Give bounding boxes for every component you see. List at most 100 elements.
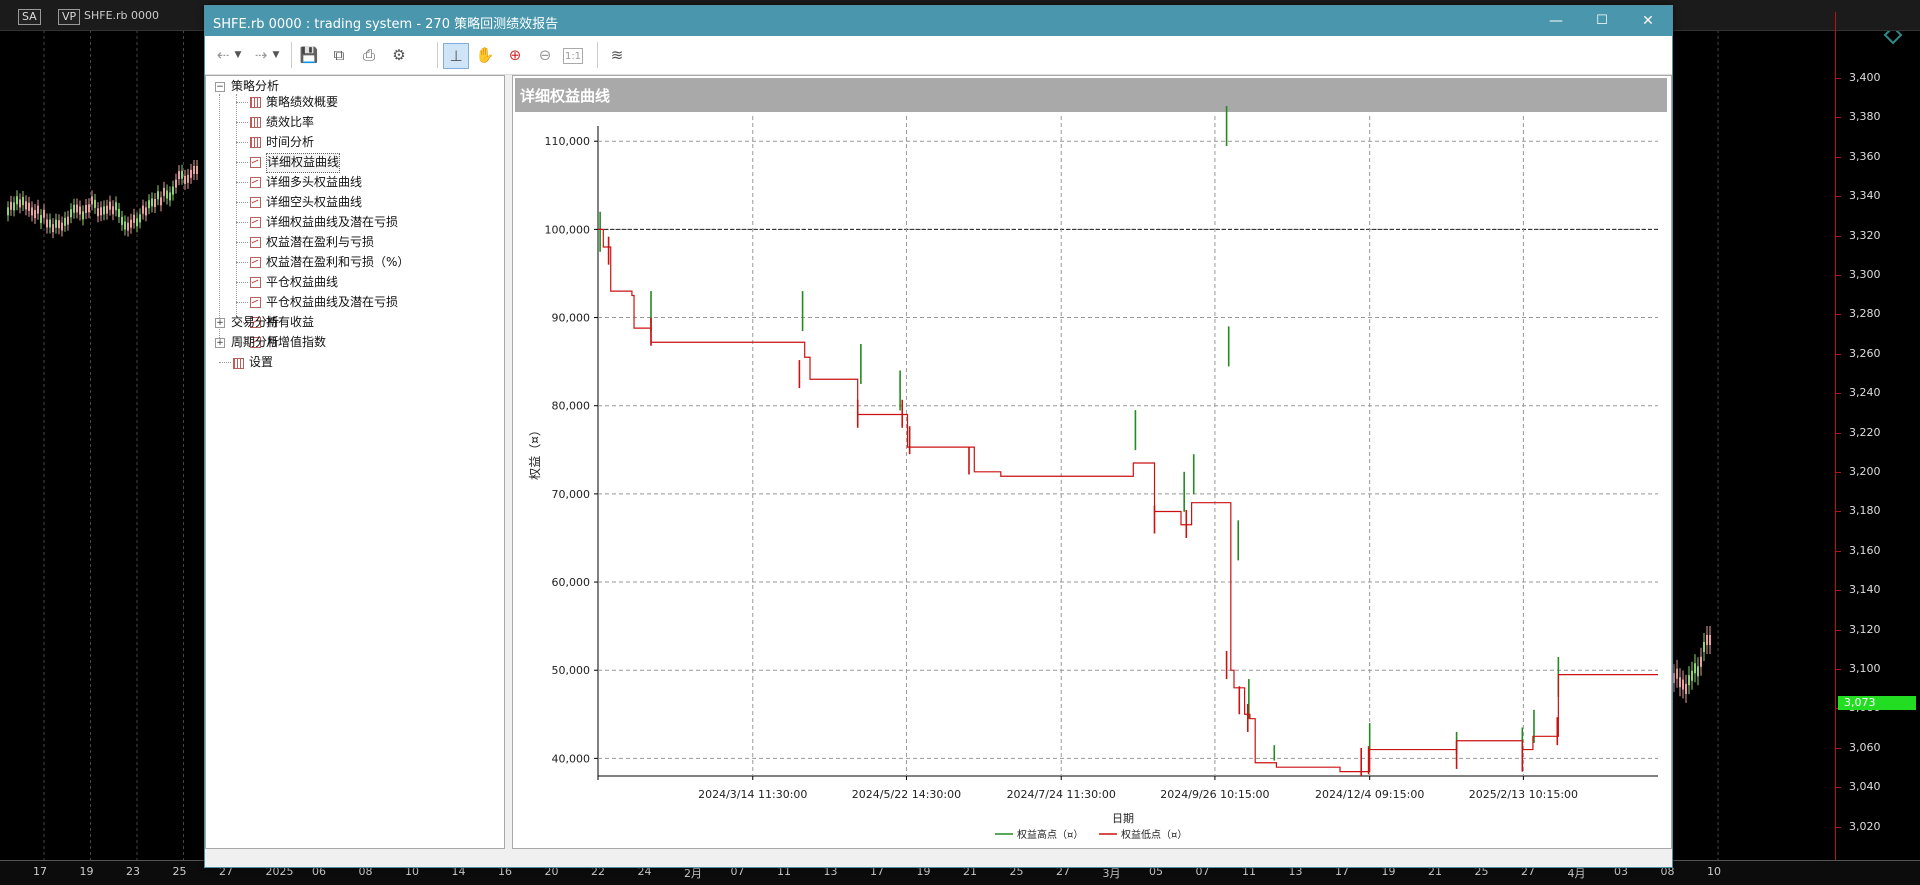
tree-node-8[interactable]: 权益潜在盈利与亏损 <box>266 233 374 251</box>
candle-body <box>67 216 69 225</box>
expand-toggle[interactable]: + <box>215 318 225 328</box>
price-label: 3,240 <box>1849 386 1881 400</box>
dropdown-icon[interactable]: ▼ <box>269 43 283 67</box>
tree-node-9[interactable]: 权益潜在盈利和亏损（%） <box>266 253 409 271</box>
tree-node-5[interactable]: 详细多头权益曲线 <box>266 173 362 191</box>
reset-zoom-icon[interactable]: 1:1 <box>563 48 583 64</box>
price-tick <box>1836 235 1841 237</box>
candle-body <box>127 222 129 231</box>
vp-chip[interactable]: VP <box>58 9 81 25</box>
price-axis: 3,400 3,380 3,360 3,340 3,320 3,300 3,280 3,260… <box>1835 12 1920 872</box>
candle-body <box>145 207 147 216</box>
zoom-out-icon[interactable]: ⊖ <box>533 43 557 67</box>
price-tick <box>1836 550 1841 552</box>
candle-body <box>160 197 162 206</box>
tree-node-10[interactable]: 平仓权益曲线 <box>266 273 338 291</box>
candle-body <box>31 207 33 216</box>
candle-body <box>88 204 90 213</box>
time-label: 17 <box>33 865 47 878</box>
tree-guide <box>236 122 248 123</box>
y-tick-label: 80,000 <box>552 400 591 413</box>
y-axis-label: 权益（¤） <box>528 424 542 480</box>
line-chart-icon <box>250 217 261 228</box>
toolbar-separator <box>437 42 438 68</box>
sa-chip[interactable]: SA <box>18 9 41 25</box>
price-tick <box>1836 511 1841 513</box>
line-chart-icon <box>250 297 261 308</box>
tree-node-1[interactable]: 策略绩效概要 <box>266 93 338 111</box>
candle-body <box>79 206 81 215</box>
tree-node-4[interactable]: 详细权益曲线 <box>266 153 341 173</box>
price-label: 3,320 <box>1849 228 1881 242</box>
price-tick <box>1836 78 1841 79</box>
candle-body <box>1676 668 1678 679</box>
tree-node-11[interactable]: 平仓权益曲线及潜在亏损 <box>266 293 398 311</box>
save-icon[interactable]: 💾 <box>297 43 321 67</box>
candle-body <box>22 197 24 206</box>
settings-grid-icon <box>233 358 244 369</box>
dropdown-icon[interactable]: ▼ <box>231 43 245 67</box>
candle-body <box>97 208 99 217</box>
price-label: 3,160 <box>1849 543 1881 557</box>
candle-body <box>7 207 9 216</box>
tree-node-3[interactable]: 时间分析 <box>266 133 314 151</box>
settings-icon[interactable]: ⚙ <box>387 43 411 67</box>
y-tick-label: 70,000 <box>552 488 591 501</box>
y-tick-label: 40,000 <box>552 752 591 765</box>
candle-body <box>76 204 78 213</box>
y-tick-label: 110,000 <box>545 135 591 148</box>
candle-body <box>94 199 96 208</box>
candle-body <box>118 208 120 217</box>
tree-node-period-analysis[interactable]: 周期分析 <box>231 333 279 351</box>
price-label: 3,280 <box>1849 307 1881 321</box>
price-tick <box>1836 629 1841 631</box>
price-tick <box>1836 314 1841 316</box>
hand-icon[interactable]: ✋ <box>473 43 497 67</box>
candle-body <box>115 202 117 211</box>
expand-toggle[interactable]: + <box>215 338 225 348</box>
window-titlebar: SHFE.rb 0000 : trading system - 270 策略回测… <box>205 6 1672 36</box>
tree-guide <box>236 282 248 283</box>
chart-style-icon[interactable]: ≋ <box>605 43 629 67</box>
price-label: 3,040 <box>1849 780 1881 794</box>
collapse-toggle[interactable]: − <box>215 82 225 92</box>
candle-body <box>181 170 183 179</box>
candle-body <box>151 198 153 207</box>
tree-node-6[interactable]: 详细空头权益曲线 <box>266 193 362 211</box>
minimize-button[interactable]: — <box>1533 6 1579 36</box>
price-label: 3,200 <box>1849 465 1881 478</box>
tree-node-7[interactable]: 详细权益曲线及潜在亏损 <box>266 213 398 231</box>
candle-body <box>1694 663 1696 674</box>
candle-body <box>1706 635 1708 645</box>
candle-body <box>1673 673 1675 684</box>
zoom-in-icon[interactable]: ⊕ <box>503 43 527 67</box>
tree-node-2[interactable]: 绩效比率 <box>266 113 314 131</box>
candle-body <box>130 219 132 228</box>
crosshair-icon[interactable]: ⊥ <box>443 43 469 69</box>
legend-label: 权益高点（¤） <box>1017 828 1083 841</box>
tree-guide <box>236 302 248 303</box>
candle-body <box>55 219 57 228</box>
equity-chart[interactable]: 40,000 50,000 60,000 70,000 80,000 90,000 100,… <box>513 76 1671 848</box>
tree-node-trade-analysis[interactable]: 交易分析 <box>231 313 279 331</box>
price-label: 3,340 <box>1849 189 1881 203</box>
candle-body <box>1703 641 1705 652</box>
tree-guide <box>236 182 248 183</box>
candle-body <box>1691 670 1693 681</box>
tree-node-settings[interactable]: 设置 <box>249 353 273 371</box>
copy-icon[interactable]: ⧉ <box>327 43 351 67</box>
price-tick <box>1836 787 1841 789</box>
close-button[interactable]: ✕ <box>1625 6 1671 36</box>
print-icon[interactable]: ⎙ <box>357 43 381 67</box>
toolbar-separator <box>597 42 598 68</box>
candle-body <box>136 218 138 227</box>
last-price-tag: 3,073 <box>1838 696 1916 710</box>
price-label: 3,260 <box>1849 346 1881 360</box>
price-label: 3,380 <box>1849 110 1881 124</box>
maximize-button[interactable]: ☐ <box>1579 6 1625 36</box>
tree-guide <box>236 102 248 103</box>
candle-body <box>40 215 42 224</box>
tree-guide <box>236 142 248 143</box>
legend-label: 权益低点（¤） <box>1121 828 1187 841</box>
candle-body <box>1685 683 1687 694</box>
